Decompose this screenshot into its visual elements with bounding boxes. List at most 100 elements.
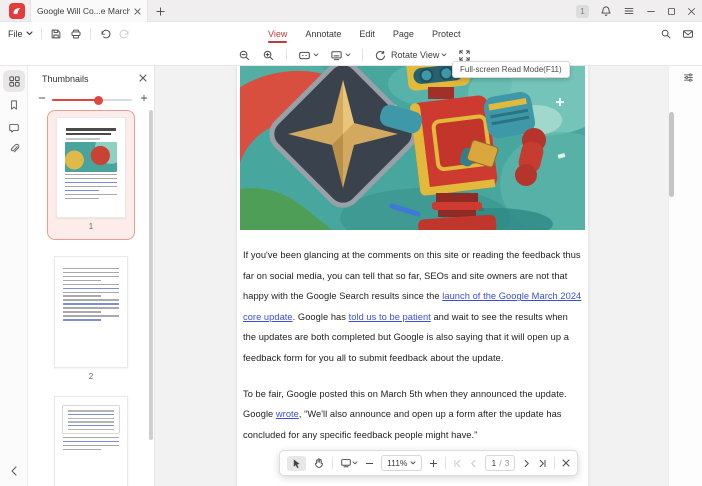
divider (286, 49, 287, 61)
slider-knob[interactable] (94, 96, 103, 105)
page-navigation-toolbar: 111% 1 / 3 (279, 450, 578, 476)
chevron-down-icon (313, 53, 319, 57)
page-display-dropdown[interactable] (298, 49, 319, 62)
zoom-level-dropdown[interactable]: 111% (381, 455, 422, 471)
slider-minus-icon[interactable] (38, 94, 46, 102)
robot-illustration (240, 66, 585, 230)
chevron-bar-right-icon (538, 459, 547, 468)
chevron-left-icon (469, 459, 478, 468)
pdf-reader-window: Google Will Co...e March Core * 1 (0, 0, 702, 486)
close-icon (562, 459, 570, 467)
slider-track[interactable] (52, 99, 132, 101)
close-toolbar-button[interactable] (562, 459, 570, 467)
undo-button[interactable] (99, 28, 111, 40)
thumbnail-2-preview (54, 256, 128, 368)
print-button[interactable] (70, 28, 82, 40)
divider (445, 457, 446, 469)
panel-scrollbar[interactable] (149, 110, 153, 440)
redo-button[interactable] (119, 28, 131, 40)
fullscreen-read-button[interactable] (458, 49, 471, 62)
thumbnail-page-2[interactable]: 2 (54, 256, 128, 381)
divider (41, 28, 42, 40)
titlebar: Google Will Co...e March Core * 1 (0, 0, 702, 22)
tab-title: Google Will Co...e March Core * (37, 6, 130, 16)
maximize-button[interactable] (667, 7, 676, 16)
chevron-down-icon (345, 53, 351, 57)
page-indicator[interactable]: 1 / 3 (485, 455, 515, 471)
bookmarks-panel-button[interactable] (3, 94, 25, 116)
document-tab[interactable]: Google Will Co...e March Core * (30, 0, 148, 22)
notification-bell-icon[interactable] (600, 5, 612, 17)
search-icon[interactable] (660, 28, 672, 40)
main-menu-icon[interactable] (623, 5, 635, 17)
comments-panel-button[interactable] (3, 117, 25, 139)
thumbnail-size-slider[interactable] (28, 92, 155, 106)
main-area: Thumbnails (0, 66, 702, 486)
save-button[interactable] (50, 28, 62, 40)
previous-page-button[interactable] (469, 459, 478, 468)
minus-icon (365, 459, 374, 468)
zoom-level-value: 111% (387, 458, 407, 468)
divider (332, 457, 333, 469)
document-scrollbar[interactable] (669, 112, 674, 197)
divider (554, 457, 555, 469)
trial-days-badge[interactable]: 1 (576, 5, 589, 18)
file-menu-button[interactable]: File (8, 29, 33, 39)
presentation-icon (340, 457, 352, 469)
new-tab-button[interactable] (152, 3, 168, 19)
chevron-right-icon (522, 459, 531, 468)
view-mode-dropdown[interactable] (340, 457, 358, 469)
select-tool-button[interactable] (287, 456, 306, 471)
tab-protect[interactable]: Protect (432, 29, 461, 39)
thumbnail-page-3[interactable]: 3 (54, 396, 128, 486)
thumbnail-page-1[interactable]: 1 (47, 110, 135, 240)
first-page-button[interactable] (453, 459, 462, 468)
tab-page[interactable]: Page (393, 29, 414, 39)
close-panel-icon[interactable] (139, 74, 147, 82)
cursor-arrow-icon (291, 458, 302, 469)
bookmark-icon (8, 99, 20, 111)
read-mode-dropdown[interactable] (330, 49, 351, 62)
zoom-out-button[interactable] (238, 49, 251, 62)
page-number-1: 1 (56, 222, 126, 231)
plus-icon (429, 459, 438, 468)
link-wrote[interactable]: wrote (276, 409, 299, 419)
tab-view[interactable]: View (268, 29, 287, 39)
tab-close-icon[interactable] (134, 8, 141, 15)
hand-tool-button[interactable] (313, 457, 325, 469)
main-menus: View Annotate Edit Page Protect (268, 23, 460, 44)
thumbnails-panel-button[interactable] (3, 70, 25, 92)
attachments-panel-button[interactable] (3, 138, 25, 160)
pdf-page[interactable]: If you've been glancing at the comments … (237, 66, 588, 486)
grid-icon (8, 75, 21, 88)
last-page-button[interactable] (538, 459, 547, 468)
article-text: If you've been glancing at the comments … (237, 230, 588, 445)
chevron-down-icon (410, 461, 416, 465)
slider-plus-icon[interactable] (140, 94, 148, 102)
sliders-icon (683, 72, 694, 83)
zoom-in-button[interactable] (429, 459, 438, 468)
slider-fill (52, 99, 98, 101)
zoom-out-button[interactable] (365, 459, 374, 468)
document-area: If you've been glancing at the comments … (155, 66, 668, 486)
collapse-panel-button[interactable] (3, 460, 25, 482)
zoom-in-button[interactable] (262, 49, 275, 62)
page-separator: / (499, 458, 501, 468)
rotate-view-dropdown[interactable]: Rotate View (374, 49, 447, 62)
paragraph-text: . Google has (293, 312, 349, 322)
paperclip-icon (8, 143, 20, 155)
properties-panel-button[interactable] (683, 72, 694, 83)
page-number-2: 2 (54, 372, 128, 381)
comment-icon (8, 122, 20, 134)
next-page-button[interactable] (522, 459, 531, 468)
hand-icon (313, 457, 325, 469)
tab-annotate[interactable]: Annotate (305, 29, 341, 39)
close-window-button[interactable] (687, 7, 696, 16)
minimize-button[interactable] (646, 6, 656, 16)
chevron-left-icon (10, 466, 18, 476)
mail-icon[interactable] (682, 28, 694, 40)
tab-edit[interactable]: Edit (359, 29, 375, 39)
view-toolbar: Rotate View (0, 44, 702, 66)
thumbnails-panel: Thumbnails (28, 66, 155, 486)
link-told-us-to-be-patient[interactable]: told us to be patient (349, 312, 431, 322)
